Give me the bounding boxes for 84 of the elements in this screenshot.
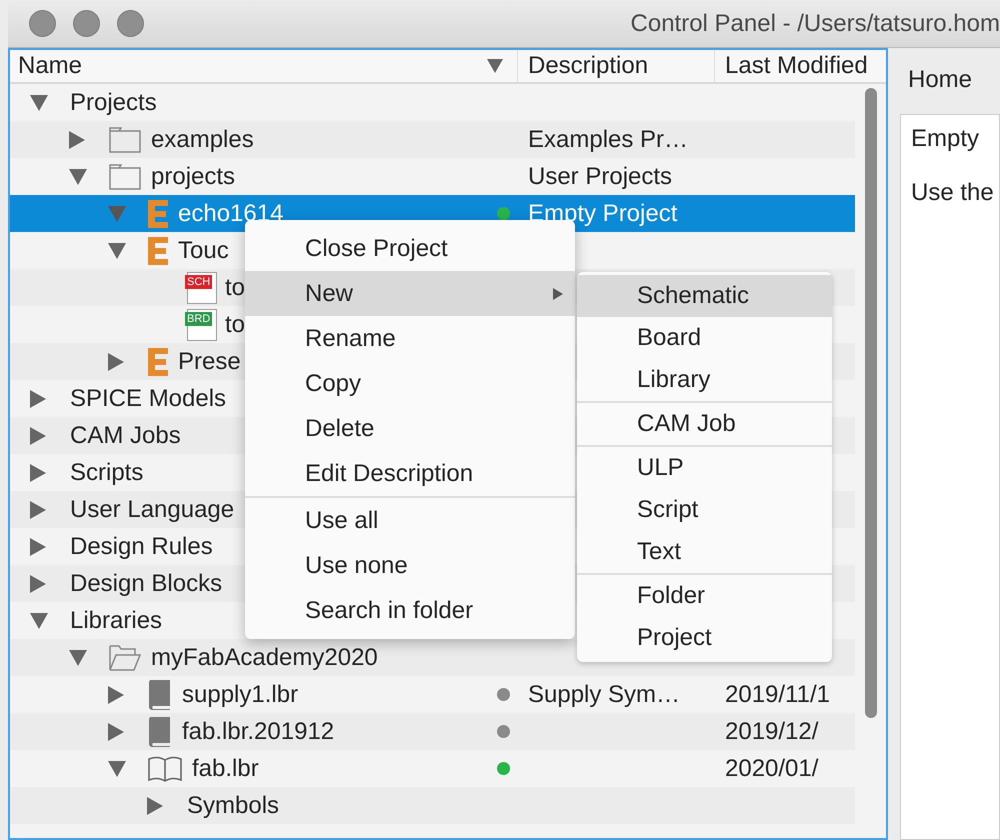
scrollbar-thumb[interactable] bbox=[864, 88, 876, 718]
item-name: myFabAcademy2020 bbox=[151, 644, 378, 672]
collapsed-arrow-icon[interactable] bbox=[30, 426, 46, 444]
column-header[interactable]: Last Modified bbox=[715, 50, 886, 82]
menu-item[interactable]: Delete bbox=[245, 406, 575, 451]
menu-item[interactable]: Use all bbox=[245, 498, 575, 543]
info-text: Use the bbox=[911, 179, 995, 207]
item-name: examples bbox=[151, 126, 254, 154]
menu-item[interactable]: Board bbox=[577, 317, 832, 359]
close-window-button[interactable] bbox=[29, 10, 56, 37]
folder-icon bbox=[109, 126, 141, 152]
schematic-file-icon: SCH bbox=[187, 272, 217, 304]
item-name: Design Blocks bbox=[70, 570, 222, 598]
item-name: User Language bbox=[70, 496, 234, 524]
board-file-icon: BRD bbox=[187, 308, 217, 340]
expanded-arrow-icon[interactable] bbox=[30, 612, 48, 628]
item-name: fab.lbr.201912 bbox=[182, 718, 334, 746]
collapsed-arrow-icon[interactable] bbox=[30, 500, 46, 518]
tree-row[interactable]: fab.lbr.201912 2019/12/ bbox=[10, 713, 855, 750]
menu-item[interactable]: New bbox=[245, 271, 575, 316]
project-icon bbox=[148, 236, 168, 264]
item-name: Libraries bbox=[70, 606, 162, 634]
item-description: Supply Sym… bbox=[528, 680, 680, 708]
tab[interactable]: Home bbox=[906, 62, 974, 100]
item-name: Symbols bbox=[187, 792, 280, 820]
menu-item[interactable]: Edit Description bbox=[245, 451, 575, 496]
item-name: supply1.lbr bbox=[182, 680, 298, 708]
menu-item[interactable]: Schematic bbox=[577, 275, 832, 317]
item-name: echo1614 bbox=[178, 200, 284, 228]
menu-item[interactable]: Library bbox=[577, 359, 832, 401]
expanded-arrow-icon[interactable] bbox=[69, 650, 87, 666]
minimize-window-button[interactable] bbox=[73, 10, 100, 37]
book-icon bbox=[148, 716, 172, 746]
menu-item[interactable]: Folder bbox=[577, 575, 832, 617]
menu-item[interactable]: Use none bbox=[245, 543, 575, 588]
menu-item[interactable]: Text bbox=[577, 531, 832, 573]
item-name: to bbox=[225, 274, 246, 302]
collapsed-arrow-icon[interactable] bbox=[30, 390, 46, 408]
open-book-icon bbox=[148, 756, 182, 782]
item-name: Design Rules bbox=[70, 532, 213, 560]
item-name: Projects bbox=[70, 88, 157, 116]
tree-row[interactable]: Symbols bbox=[10, 787, 855, 824]
expanded-arrow-icon[interactable] bbox=[108, 242, 126, 258]
menu-item[interactable]: Search in folder bbox=[245, 588, 575, 633]
item-name: SPICE Models bbox=[70, 384, 226, 412]
item-name: Touc bbox=[178, 236, 229, 264]
collapsed-arrow-icon[interactable] bbox=[108, 352, 124, 370]
expanded-arrow-icon[interactable] bbox=[69, 168, 87, 184]
project-icon bbox=[148, 348, 168, 376]
column-header[interactable]: Name bbox=[10, 50, 518, 82]
book-icon bbox=[148, 680, 172, 710]
expanded-arrow-icon[interactable] bbox=[30, 94, 48, 110]
modified-date: 2019/11/1 bbox=[725, 680, 830, 708]
zoom-window-button[interactable] bbox=[117, 10, 144, 37]
menu-item[interactable]: Script bbox=[577, 489, 832, 531]
item-name: CAM Jobs bbox=[70, 422, 181, 450]
item-name: Scripts bbox=[70, 458, 144, 486]
window-title: Control Panel - /Users/tatsuro.hom bbox=[630, 10, 1000, 38]
modified-date: 2020/01/ bbox=[725, 754, 818, 782]
menu-item[interactable]: CAM Job bbox=[577, 403, 832, 445]
open-folder-icon bbox=[109, 644, 141, 670]
collapsed-arrow-icon[interactable] bbox=[147, 796, 163, 814]
menu-item[interactable]: Rename bbox=[245, 316, 575, 361]
collapsed-arrow-icon[interactable] bbox=[108, 686, 124, 704]
collapsed-arrow-icon[interactable] bbox=[30, 464, 46, 482]
collapsed-arrow-icon[interactable] bbox=[30, 538, 46, 556]
item-name: Prese bbox=[178, 348, 241, 376]
menu-item[interactable]: ULP bbox=[577, 447, 832, 489]
collapsed-arrow-icon[interactable] bbox=[69, 130, 85, 148]
tree-row[interactable]: examples Examples Pr… bbox=[10, 121, 855, 158]
collapsed-arrow-icon[interactable] bbox=[108, 722, 124, 740]
expanded-arrow-icon[interactable] bbox=[108, 760, 126, 776]
item-name: to bbox=[225, 310, 246, 338]
item-description: Examples Pr… bbox=[528, 126, 688, 152]
modified-date: 2019/12/ bbox=[725, 718, 818, 744]
collapsed-arrow-icon[interactable] bbox=[30, 574, 46, 592]
item-name: fab.lbr bbox=[192, 754, 259, 782]
project-icon bbox=[148, 200, 168, 228]
item-name: projects bbox=[151, 162, 236, 190]
column-header[interactable]: Description bbox=[518, 50, 715, 82]
info-text: Empty bbox=[911, 125, 980, 153]
menu-item[interactable]: Copy bbox=[245, 361, 575, 406]
folder-icon bbox=[109, 164, 141, 190]
item-description: User Projects bbox=[528, 162, 672, 190]
